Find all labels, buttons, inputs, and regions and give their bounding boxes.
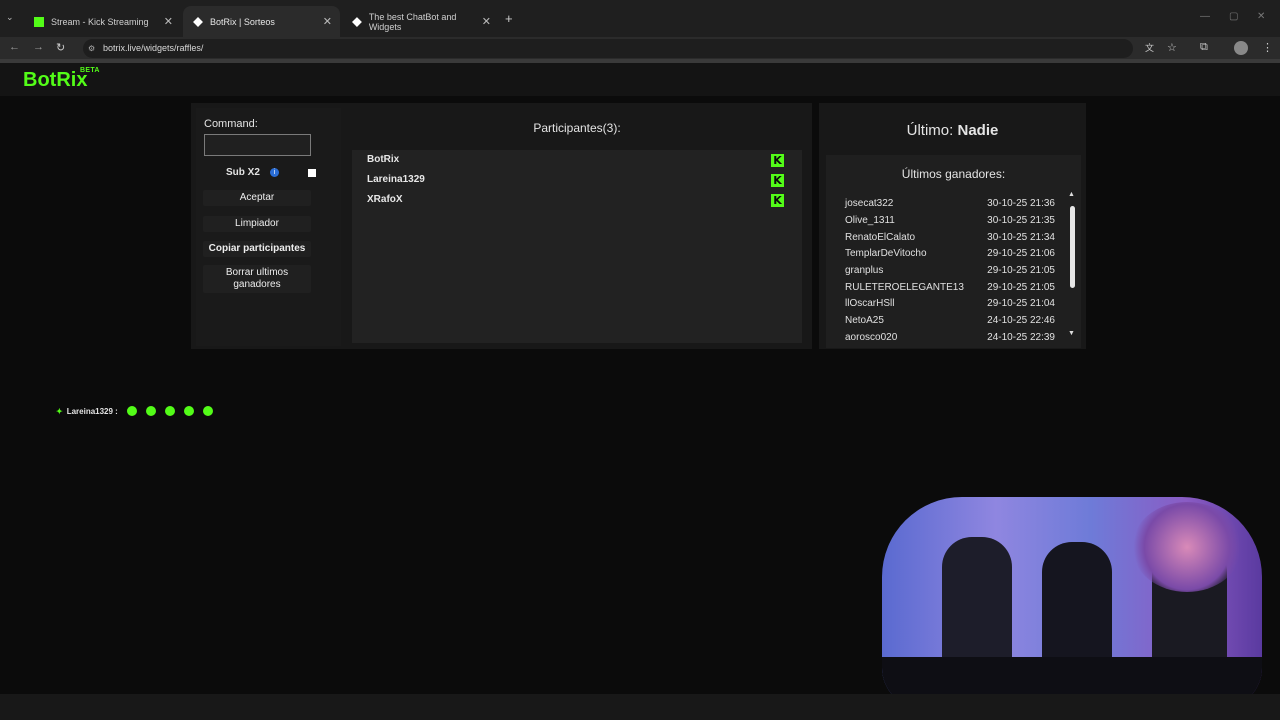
address-bar-row: ← → ↻ ⚙ botrix.live/widgets/raffles/ 文 ☆… <box>0 37 1280 59</box>
back-icon[interactable]: ← <box>9 41 20 53</box>
emote-icon <box>202 406 213 416</box>
participants-title: Participantes(3): <box>533 121 621 135</box>
kick-favicon-icon <box>34 16 44 27</box>
minimize-icon[interactable]: — <box>1200 11 1210 22</box>
winner-name: Olive_1311 <box>845 215 895 226</box>
delete-winners-button[interactable]: Borrar ultimos ganadores <box>203 265 311 293</box>
winner-time: 29-10-25 21:04 <box>987 298 1055 309</box>
copy-participants-button[interactable]: Copiar participantes <box>203 241 311 257</box>
winner-time: 29-10-25 21:05 <box>987 282 1055 293</box>
winner-time: 24-10-25 22:46 <box>987 315 1055 326</box>
winner-row-clipped: aorosco020 24-10-25 22:39 <box>845 332 1055 342</box>
winner-name: RenatoElCalato <box>845 232 916 243</box>
chat-username: Lareina1329 : <box>66 406 118 416</box>
winner-name: RULETEROELEGANTE13 <box>845 282 964 293</box>
winner-time: 24-10-25 22:39 <box>987 332 1055 342</box>
botrix-favicon-icon <box>352 16 362 27</box>
delete-winners-line2: ganadores <box>233 279 281 290</box>
winner-row: NetoA25 24-10-25 22:46 <box>845 315 1055 326</box>
emote-icon <box>164 406 175 416</box>
kick-icon: K <box>771 194 784 207</box>
participant-name: XRafoX <box>367 194 403 205</box>
winner-row: granplus 29-10-25 21:05 <box>845 265 1055 276</box>
botrix-logo[interactable]: BotRix <box>23 69 87 92</box>
last-winner-name: Nadie <box>957 122 999 139</box>
tab-title: The best ChatBot and Widgets <box>368 11 457 32</box>
emote-icon <box>145 406 156 416</box>
sub-x2-label: Sub X2 <box>226 167 260 178</box>
reload-icon[interactable]: ↻ <box>56 41 65 54</box>
accept-button[interactable]: Aceptar <box>203 190 311 206</box>
botrix-favicon-icon <box>193 16 203 27</box>
winner-time: 29-10-25 21:05 <box>987 265 1055 276</box>
close-window-icon[interactable]: ✕ <box>1257 11 1265 22</box>
chat-message: ✦ Lareina1329 : <box>56 406 213 416</box>
close-tab-icon[interactable]: ✕ <box>323 15 332 28</box>
new-tab-icon[interactable]: + <box>505 11 513 26</box>
winner-name: TemplarDeVitocho <box>845 248 927 259</box>
clear-button[interactable]: Limpiador <box>203 216 311 232</box>
scroll-up-icon[interactable]: ▲ <box>1068 191 1075 198</box>
kick-icon: K <box>771 154 784 167</box>
site-header <box>0 63 1280 96</box>
winner-row: RULETEROELEGANTE13 29-10-25 21:05 <box>845 282 1055 293</box>
info-icon[interactable]: i <box>270 168 279 177</box>
winner-row: RenatoElCalato 30-10-25 21:34 <box>845 232 1055 243</box>
participant-name: Lareina1329 <box>367 174 425 185</box>
balloon-decoration <box>1132 502 1242 592</box>
emote-icon <box>183 406 194 416</box>
winner-row: llOscarHSll 29-10-25 21:04 <box>845 298 1055 309</box>
bookmark-star-icon[interactable]: ☆ <box>1167 41 1177 54</box>
site-info-icon[interactable]: ⚙ <box>88 39 95 58</box>
winner-row: Olive_1311 30-10-25 21:35 <box>845 215 1055 226</box>
person-silhouette <box>942 537 1012 667</box>
winner-time: 29-10-25 21:06 <box>987 248 1055 259</box>
tab-kick[interactable]: Stream - Kick Streaming ✕ <box>24 6 181 37</box>
forward-icon[interactable]: → <box>33 41 44 53</box>
profile-avatar[interactable] <box>1234 41 1248 55</box>
translate-icon[interactable]: 文 <box>1145 41 1154 54</box>
scrollbar-thumb[interactable] <box>1070 206 1075 288</box>
extensions-icon[interactable]: ⧉ <box>1200 41 1208 54</box>
tab-botrix-home[interactable]: The best ChatBot and Widgets ✕ <box>342 6 499 37</box>
tab-title: BotRix | Sorteos <box>210 16 275 27</box>
winner-row: josecat322 30-10-25 21:36 <box>845 198 1055 209</box>
winner-time: 30-10-25 21:35 <box>987 215 1055 226</box>
menu-kebab-icon[interactable]: ⋮ <box>1262 41 1273 54</box>
winner-time: 30-10-25 21:36 <box>987 198 1055 209</box>
winner-name: llOscarHSll <box>845 298 895 309</box>
person-silhouette <box>1042 542 1112 672</box>
winner-row: aorosco020 24-10-25 22:39 <box>845 332 1055 342</box>
beta-badge: BETA <box>80 67 100 74</box>
webcam-overlay <box>882 497 1262 708</box>
emote-icon <box>126 406 137 416</box>
close-tab-icon[interactable]: ✕ <box>482 15 491 28</box>
tab-botrix[interactable]: BotRix | Sorteos ✕ <box>183 6 340 37</box>
url-text: botrix.live/widgets/raffles/ <box>103 43 204 53</box>
tab-list-icon[interactable]: ⌄ <box>6 12 14 23</box>
sub-x2-checkbox[interactable] <box>308 169 316 177</box>
last-winner-prefix: Último: <box>906 122 954 139</box>
winner-name: NetoA25 <box>845 315 884 326</box>
kick-icon: K <box>771 174 784 187</box>
bottom-bar <box>0 694 1280 720</box>
url-field[interactable]: ⚙ botrix.live/widgets/raffles/ <box>83 39 1133 58</box>
participant-name: BotRix <box>367 154 400 165</box>
tab-title: Stream - Kick Streaming <box>51 16 149 27</box>
last-winner: Último: Nadie <box>819 122 1086 139</box>
winner-name: josecat322 <box>845 198 894 209</box>
sparkle-icon: ✦ <box>56 406 63 416</box>
winner-row: TemplarDeVitocho 29-10-25 21:06 <box>845 248 1055 259</box>
winner-name: aorosco020 <box>845 332 898 342</box>
winner-name: granplus <box>845 265 884 276</box>
delete-winners-line1: Borrar ultimos <box>225 267 289 278</box>
close-tab-icon[interactable]: ✕ <box>164 15 173 28</box>
command-input[interactable] <box>204 134 311 156</box>
maximize-icon[interactable]: ▢ <box>1229 11 1238 22</box>
winners-title: Últimos ganadores: <box>901 167 1006 181</box>
command-label: Command: <box>204 118 258 130</box>
scroll-down-icon[interactable]: ▼ <box>1068 330 1075 337</box>
winner-time: 30-10-25 21:34 <box>987 232 1055 243</box>
